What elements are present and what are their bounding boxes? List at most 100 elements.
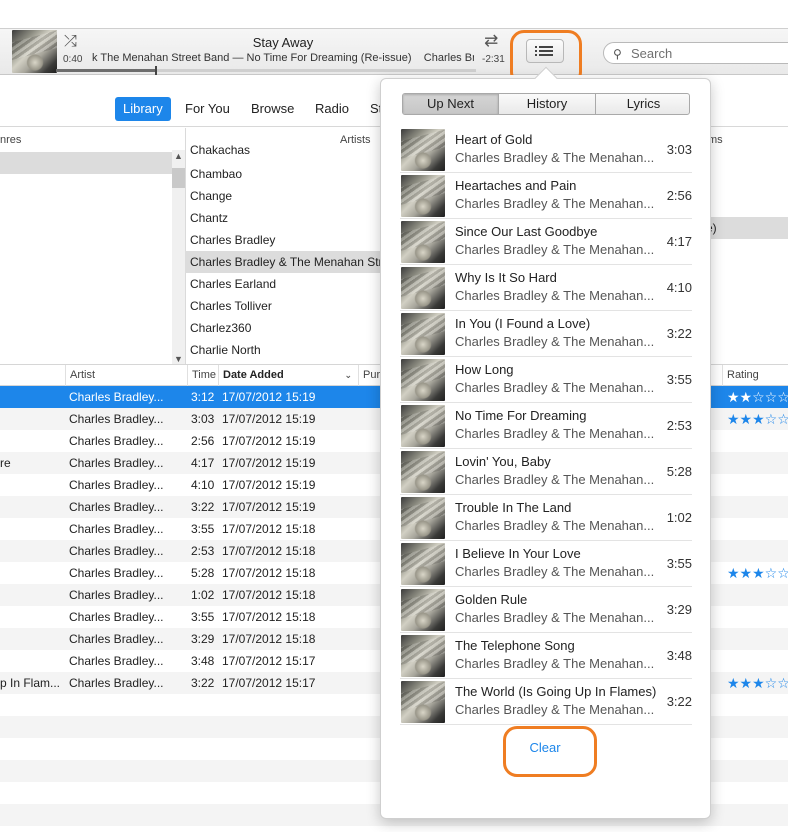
artist-item[interactable]: Chantz — [185, 207, 395, 229]
up-next-item[interactable]: The Telephone Song Charles Bradley & The … — [400, 633, 692, 679]
genre-selected-row[interactable] — [0, 152, 172, 174]
up-next-title: How Long — [455, 362, 514, 377]
scroll-up-icon[interactable]: ▲ — [172, 151, 185, 161]
up-next-item[interactable]: Trouble In The Land Charles Bradley & The… — [400, 495, 692, 541]
up-next-item[interactable]: Lovin' You, Baby Charles Bradley & The Me… — [400, 449, 692, 495]
rating-stars[interactable]: ★★☆☆☆ — [727, 386, 788, 408]
artist-item[interactable]: Chambao — [185, 163, 395, 185]
segment-history[interactable]: History — [498, 94, 595, 114]
progress-bar[interactable] — [56, 66, 476, 75]
up-next-duration: 3:22 — [666, 326, 692, 341]
column-header-time[interactable]: Time — [187, 365, 218, 386]
up-next-item[interactable]: In You (I Found a Love) Charles Bradley &… — [400, 311, 692, 357]
tab-browse[interactable]: Browse — [243, 97, 302, 121]
progress-knob[interactable] — [154, 66, 157, 75]
artist-item[interactable]: Charles Tolliver — [185, 295, 395, 317]
now-playing-title: Stay Away — [252, 35, 314, 50]
album-artwork — [401, 589, 445, 631]
album-selected-row[interactable]: e) — [700, 217, 788, 239]
song-name-cell: re — [0, 456, 11, 470]
up-next-title: In You (I Found a Love) — [455, 316, 591, 331]
artist-cell: Charles Bradley... — [69, 412, 164, 426]
up-next-duration: 3:55 — [666, 556, 692, 571]
date-added-cell: 17/07/2012 15:19 — [222, 412, 316, 426]
artist-item[interactable]: Chakachas — [185, 143, 395, 157]
time-cell: 3:55 — [191, 522, 215, 536]
up-next-item[interactable]: Heart of Gold Charles Bradley & The Menah… — [400, 127, 692, 173]
up-next-artist: Charles Bradley & The Menahan... — [455, 196, 655, 211]
empty-row — [0, 826, 788, 832]
search-icon: ⚲ — [613, 47, 622, 61]
up-next-artist: Charles Bradley & The Menahan... — [455, 702, 655, 717]
album-artwork — [401, 497, 445, 539]
up-next-artist: Charles Bradley & The Menahan... — [455, 564, 655, 579]
player-bar: ⤮ 0:40 Stay Away k The Menahan Street Ba… — [0, 28, 788, 75]
artist-cell: Charles Bradley... — [69, 522, 164, 536]
artist-cell: Charles Bradley... — [69, 434, 164, 448]
now-playing-artwork[interactable] — [12, 30, 57, 73]
column-header-artist[interactable]: Artist — [65, 365, 187, 386]
artist-item[interactable]: Charlez360 — [185, 317, 395, 339]
clear-queue-button[interactable]: Clear — [505, 740, 585, 755]
search-input[interactable] — [631, 45, 788, 61]
artist-item[interactable]: Change — [185, 185, 395, 207]
up-next-artist: Charles Bradley & The Menahan... — [455, 426, 655, 441]
artist-cell: Charles Bradley... — [69, 588, 164, 602]
rating-stars[interactable]: ★★★☆☆ — [727, 408, 788, 430]
up-next-title: Heartaches and Pain — [455, 178, 577, 193]
artist-cell: Charles Bradley... — [69, 456, 164, 470]
scroll-down-icon[interactable]: ▼ — [172, 354, 185, 364]
up-next-duration: 1:02 — [666, 510, 692, 525]
column-header-date-added[interactable]: Date Added ⌄ — [218, 365, 358, 386]
album-artwork — [401, 129, 445, 171]
album-artwork — [401, 313, 445, 355]
tab-for-you[interactable]: For You — [177, 97, 238, 121]
artist-cell: Charles Bradley... — [69, 500, 164, 514]
title-strip — [0, 0, 788, 28]
up-next-button[interactable] — [526, 39, 564, 63]
repeat-icon[interactable]: ⇄ — [484, 31, 498, 51]
artist-item-selected[interactable]: Charles Bradley & The Menahan Stree — [185, 251, 395, 273]
up-next-title: Heart of Gold — [455, 132, 533, 147]
up-next-duration: 4:17 — [666, 234, 692, 249]
up-next-item[interactable]: No Time For Dreaming Charles Bradley & Th… — [400, 403, 692, 449]
up-next-item[interactable]: How Long Charles Bradley & The Menahan...… — [400, 357, 692, 403]
up-next-artist: Charles Bradley & The Menahan... — [455, 242, 655, 257]
up-next-item[interactable]: Golden Rule Charles Bradley & The Menahan… — [400, 587, 692, 633]
now-playing-subtitle: k The Menahan Street Band — No Time For … — [92, 52, 474, 64]
shuffle-icon[interactable]: ⤮ — [64, 33, 77, 51]
artist-item[interactable]: Charlie North — [185, 339, 395, 361]
up-next-artist: Charles Bradley & The Menahan... — [455, 334, 655, 349]
rating-stars[interactable]: ★★★☆☆ — [727, 562, 788, 584]
artist-cell: Charles Bradley... — [69, 676, 164, 690]
up-next-artist: Charles Bradley & The Menahan... — [455, 472, 655, 487]
segment-lyrics[interactable]: Lyrics — [595, 94, 689, 114]
tab-radio[interactable]: Radio — [307, 97, 357, 121]
time-cell: 2:53 — [191, 544, 215, 558]
column-header-rating[interactable]: Rating — [722, 365, 788, 386]
artist-item[interactable]: Charles Bradley — [185, 229, 395, 251]
segment-up-next[interactable]: Up Next — [403, 94, 498, 114]
album-artwork — [401, 681, 445, 723]
up-next-item[interactable]: I Believe In Your Love Charles Bradley & … — [400, 541, 692, 587]
time-cell: 2:56 — [191, 434, 215, 448]
up-next-item[interactable]: Heartaches and Pain Charles Bradley & The… — [400, 173, 692, 219]
up-next-item[interactable]: The World (Is Going Up In Flames) Charles… — [400, 679, 692, 725]
genres-header[interactable]: nres — [0, 130, 21, 150]
date-added-cell: 17/07/2012 15:18 — [222, 610, 316, 624]
up-next-title: Trouble In The Land — [455, 500, 572, 515]
up-next-item[interactable]: Why Is It So Hard Charles Bradley & The M… — [400, 265, 692, 311]
up-next-item[interactable]: Since Our Last Goodbye Charles Bradley & … — [400, 219, 692, 265]
artist-cell: Charles Bradley... — [69, 544, 164, 558]
elapsed-time: 0:40 — [63, 54, 83, 65]
album-artwork — [401, 635, 445, 677]
album-artwork — [401, 451, 445, 493]
artist-item[interactable]: Charles Earland — [185, 273, 395, 295]
rating-stars[interactable]: ★★★☆☆ — [727, 672, 788, 694]
tab-library[interactable]: Library — [115, 97, 171, 121]
date-added-cell: 17/07/2012 15:19 — [222, 390, 316, 404]
date-added-cell: 17/07/2012 15:19 — [222, 478, 316, 492]
genres-scrollbar[interactable]: ▲ ▼ — [172, 150, 185, 364]
time-cell: 3:29 — [191, 632, 215, 646]
scrollbar-thumb[interactable] — [172, 168, 185, 188]
